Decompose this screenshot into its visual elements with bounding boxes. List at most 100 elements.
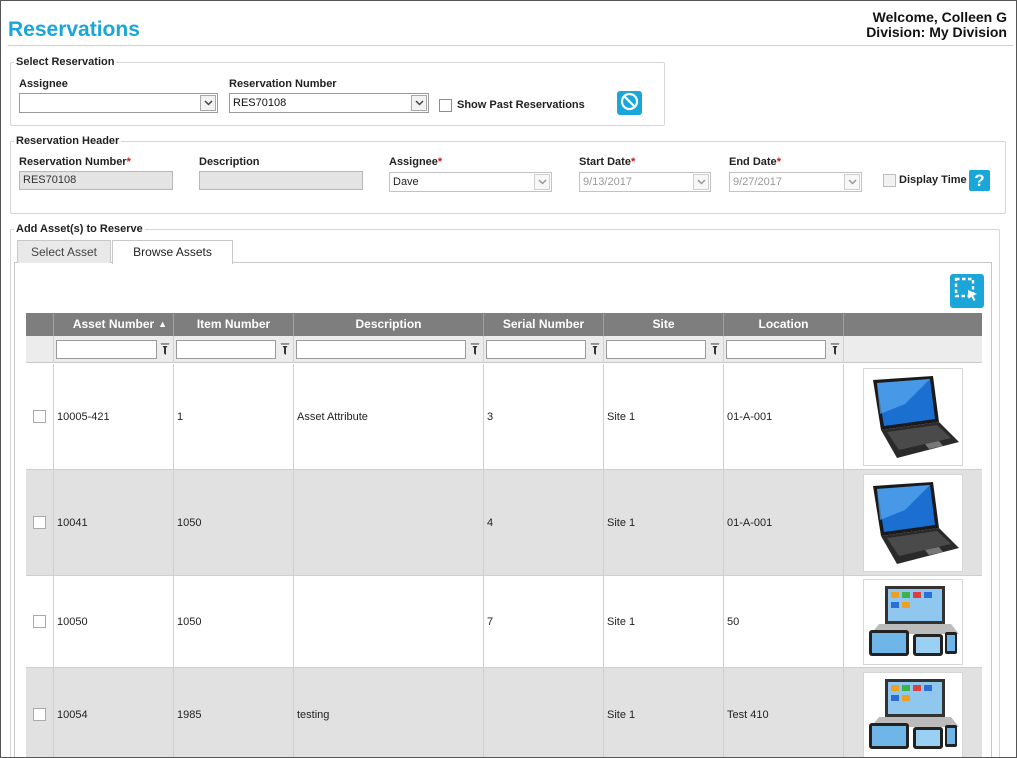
assignee-label: Assignee — [19, 78, 68, 90]
chevron-down-icon[interactable] — [534, 174, 550, 190]
welcome-text: Welcome, Colleen G — [872, 9, 1007, 25]
header-assignee-value: Dave — [393, 176, 419, 188]
reservation-number-select[interactable]: RES70108 — [229, 93, 429, 113]
cell-serial-number — [484, 668, 604, 757]
column-asset-number[interactable]: Asset Number ▲ — [54, 313, 174, 336]
filter-serial-number-input[interactable] — [486, 340, 586, 359]
filter-icon[interactable] — [280, 343, 290, 356]
reservation-header-legend: Reservation Header — [16, 135, 120, 147]
column-description[interactable]: Description — [294, 313, 484, 336]
required-mark: * — [437, 156, 443, 168]
row-checkbox-cell — [26, 576, 54, 667]
page-title: Reservations — [8, 18, 140, 41]
start-date-label: Start Date* — [579, 156, 635, 168]
column-asset-number-label: Asset Number — [72, 317, 155, 331]
table-row[interactable]: 10005-421 1 Asset Attribute 3 Site 1 01-… — [26, 364, 982, 470]
tab-browse-assets[interactable]: Browse Assets — [112, 240, 233, 264]
show-past-reservations-checkbox[interactable] — [439, 99, 452, 112]
cell-item-number: 1050 — [174, 576, 294, 667]
chevron-down-icon[interactable] — [411, 95, 427, 111]
no-entry-icon — [620, 92, 639, 114]
filter-site-input[interactable] — [606, 340, 706, 359]
filter-description — [294, 336, 484, 363]
filter-asset-number — [54, 336, 174, 363]
select-assets-button[interactable] — [950, 274, 984, 308]
row-checkbox[interactable] — [33, 516, 46, 529]
cell-serial-number: 4 — [484, 470, 604, 575]
filter-icon[interactable] — [830, 343, 840, 356]
cell-image — [844, 668, 982, 757]
end-date-label: End Date* — [729, 156, 781, 168]
cell-asset-number: 10041 — [54, 470, 174, 575]
filter-image-spacer — [844, 336, 982, 363]
column-location[interactable]: Location — [724, 313, 844, 336]
header-reservation-number-field[interactable]: RES70108 — [19, 171, 173, 190]
clear-reservation-button[interactable] — [617, 91, 642, 115]
cell-site: Site 1 — [604, 470, 724, 575]
row-checkbox[interactable] — [33, 708, 46, 721]
devices-icon[interactable] — [863, 671, 963, 757]
chevron-down-icon[interactable] — [200, 95, 216, 111]
help-button[interactable]: ? — [969, 170, 990, 191]
row-checkbox-cell — [26, 470, 54, 575]
tab-select-asset[interactable]: Select Asset — [17, 240, 111, 263]
grid-header: Asset Number ▲ Item Number Description S… — [26, 313, 982, 336]
reservation-number-select-value: RES70108 — [233, 97, 287, 109]
laptop-icon[interactable] — [863, 367, 963, 466]
filter-serial-number — [484, 336, 604, 363]
cell-asset-number: 10005-421 — [54, 364, 174, 469]
table-row[interactable]: 10054 1985 testing Site 1 Test 410 — [26, 668, 982, 757]
filter-description-input[interactable] — [296, 340, 466, 359]
chevron-down-icon[interactable] — [693, 174, 709, 190]
display-time-checkbox[interactable] — [883, 174, 896, 187]
end-date-value: 9/27/2017 — [733, 176, 782, 188]
cell-asset-number: 10054 — [54, 668, 174, 757]
description-label: Description — [199, 156, 260, 168]
filter-row — [26, 336, 982, 363]
cell-asset-number: 10050 — [54, 576, 174, 667]
filter-icon[interactable] — [160, 343, 170, 356]
cell-location: 01-A-001 — [724, 470, 844, 575]
filter-icon[interactable] — [590, 343, 600, 356]
filter-location-input[interactable] — [726, 340, 826, 359]
column-serial-number[interactable]: Serial Number — [484, 313, 604, 336]
description-field[interactable] — [199, 171, 363, 190]
header-reservation-number-label-text: Reservation Number — [19, 156, 127, 168]
row-checkbox-cell — [26, 668, 54, 757]
column-site[interactable]: Site — [604, 313, 724, 336]
start-date-select[interactable]: 9/13/2017 — [579, 172, 711, 192]
select-reservation-panel: Select Reservation — [10, 56, 665, 126]
filter-item-number-input[interactable] — [176, 340, 276, 359]
cell-description: Asset Attribute — [294, 364, 484, 469]
cell-serial-number: 3 — [484, 364, 604, 469]
filter-icon[interactable] — [470, 343, 480, 356]
filter-site — [604, 336, 724, 363]
column-item-number[interactable]: Item Number — [174, 313, 294, 336]
cell-item-number: 1985 — [174, 668, 294, 757]
user-info: Welcome, Colleen G Division: My Division — [866, 10, 1007, 40]
end-date-select[interactable]: 9/27/2017 — [729, 172, 862, 192]
division-text: Division: My Division — [866, 24, 1007, 40]
cell-site: Site 1 — [604, 576, 724, 667]
row-checkbox-cell — [26, 364, 54, 469]
cell-serial-number: 7 — [484, 576, 604, 667]
filter-asset-number-input[interactable] — [56, 340, 157, 359]
assignee-select[interactable] — [19, 93, 218, 113]
table-row[interactable]: 10041 1050 4 Site 1 01-A-001 — [26, 470, 982, 576]
header-assignee-select[interactable]: Dave — [389, 172, 552, 192]
filter-spacer — [26, 336, 54, 363]
chevron-down-icon[interactable] — [844, 174, 860, 190]
table-row[interactable]: 10050 1050 7 Site 1 50 — [26, 576, 982, 668]
row-checkbox[interactable] — [33, 410, 46, 423]
header-reservation-number-label: Reservation Number* — [19, 156, 131, 168]
cell-image — [844, 364, 982, 469]
cell-description — [294, 470, 484, 575]
row-checkbox[interactable] — [33, 615, 46, 628]
filter-icon[interactable] — [710, 343, 720, 356]
end-date-label-text: End Date — [729, 156, 777, 168]
filter-item-number — [174, 336, 294, 363]
laptop-icon[interactable] — [863, 473, 963, 572]
devices-icon[interactable] — [863, 578, 963, 665]
title-divider — [8, 45, 1013, 46]
header-select-column — [26, 313, 54, 336]
